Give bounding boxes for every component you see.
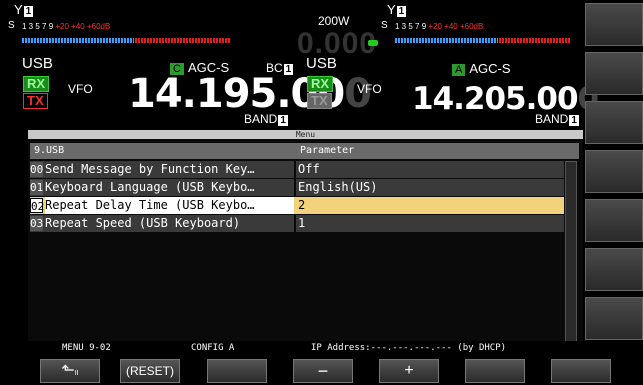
ip-address: IP Address:---.---.---.--- (by DHCP): [311, 343, 507, 353]
menu-item[interactable]: 00 Send Message by Function Key… Off: [30, 161, 564, 178]
menu-item[interactable]: 01 Keyboard Language (USB Keybo… English…: [30, 179, 564, 196]
frequency-a: 14.195.000: [128, 71, 372, 117]
menu-item-number: 02: [30, 198, 45, 213]
side-key-7[interactable]: [585, 297, 643, 340]
side-key-2[interactable]: [585, 52, 643, 95]
band-indicator-a: BAND 1: [244, 112, 288, 126]
rx-indicator-b: RX: [307, 76, 334, 92]
meter-scale-b: 1 3 5 7 9: [395, 22, 427, 31]
menu-item-selected[interactable]: 02 Repeat Delay Time (USB Keybo… 2: [30, 197, 564, 214]
side-key-6[interactable]: [585, 248, 643, 291]
menu-number: MENU 9-02: [62, 343, 111, 353]
menu-window: Menu 9.USB Parameter 00 Send Message by …: [28, 130, 583, 354]
meter-scale-red-a: +20 +40 +60dB: [55, 22, 111, 31]
transceiver-display: Y1 S 1 3 5 7 9 +20 +40 +60dB USB RX TX V…: [0, 0, 599, 130]
menu-section: 9.USB: [34, 145, 65, 156]
menu-item-number: 00: [30, 162, 44, 177]
meter-scale-a: 1 3 5 7 9: [22, 22, 54, 31]
menu-item-number: 03: [30, 216, 44, 231]
split-indicator: [368, 40, 378, 46]
menu-list: 00 Send Message by Function Key… Off 01 …: [30, 161, 564, 233]
tx-indicator-a: TX: [23, 93, 48, 109]
menu-scrollbar[interactable]: [565, 161, 577, 349]
bottom-softkeys: ⬑II (RESET) − +: [0, 359, 643, 385]
frequency-b: 14.205.000: [412, 81, 599, 117]
menu-item-name: Send Message by Function Key…: [45, 162, 255, 176]
menu-item-value: English(US): [298, 180, 378, 194]
agc-b: A AGC-S: [452, 61, 511, 76]
tx-indicator-b: TX: [307, 93, 332, 109]
antenna-indicator-b: Y1: [387, 2, 407, 17]
mode-b: USB: [306, 55, 337, 72]
menu-item-name: Repeat Speed (USB Keyboard): [45, 216, 241, 230]
meter-bar-blue-b: [395, 38, 498, 43]
menu-item-number: 01: [30, 180, 44, 195]
side-key-3[interactable]: [585, 101, 643, 144]
rx-indicator-a: RX: [23, 76, 50, 92]
menu-item-value: 1: [298, 216, 306, 230]
s-meter-b: S 1 3 5 7 9 +20 +40 +60dB: [381, 20, 581, 52]
meter-bar-red-a: [135, 38, 230, 43]
menu-item[interactable]: 03 Repeat Speed (USB Keyboard) 1: [30, 215, 564, 232]
softkey-blank-2[interactable]: [465, 359, 525, 383]
softkey-blank-1[interactable]: [207, 359, 267, 383]
mode-a: USB: [22, 55, 53, 72]
vfo-label-a: VFO: [68, 82, 93, 96]
meter-bar-red-b: [499, 38, 571, 43]
config-label: CONFIG A: [191, 343, 235, 353]
agc-badge-b: A: [452, 64, 466, 76]
menu-item-name: Keyboard Language (USB Keybo…: [45, 180, 255, 194]
softkey-blank-3[interactable]: [551, 359, 611, 383]
power-level: 200W: [318, 14, 350, 28]
menu-item-value: 2: [298, 198, 306, 212]
menu-header: 9.USB Parameter: [30, 143, 579, 159]
back-arrow-icon: ⬑: [61, 362, 75, 379]
plus-button[interactable]: +: [379, 359, 439, 383]
meter-bar-blue-a: [22, 38, 134, 43]
parameter-header: Parameter: [300, 145, 355, 156]
vfo-label-b: VFO: [357, 82, 382, 96]
minus-button[interactable]: −: [293, 359, 353, 383]
status-bar: MENU 9-02 CONFIG A IP Address:---.---.--…: [28, 341, 583, 355]
antenna-indicator-a: Y1: [14, 2, 34, 17]
menu-title: Menu: [28, 130, 583, 139]
side-key-5[interactable]: [585, 199, 643, 242]
side-key-1[interactable]: [585, 3, 643, 46]
back-button[interactable]: ⬑II: [40, 359, 100, 383]
menu-item-value: Off: [298, 162, 320, 176]
band-indicator-b: BAND 1: [535, 112, 579, 126]
menu-item-name: Repeat Delay Time (USB Keybo…: [45, 197, 295, 214]
reset-button[interactable]: (RESET): [120, 359, 180, 383]
side-softkeys: [585, 0, 643, 385]
meter-scale-red-b: +20 +40 +60dB: [428, 22, 484, 31]
side-key-4[interactable]: [585, 150, 643, 193]
s-meter-a: S 1 3 5 7 9 +20 +40 +60dB: [8, 20, 238, 52]
